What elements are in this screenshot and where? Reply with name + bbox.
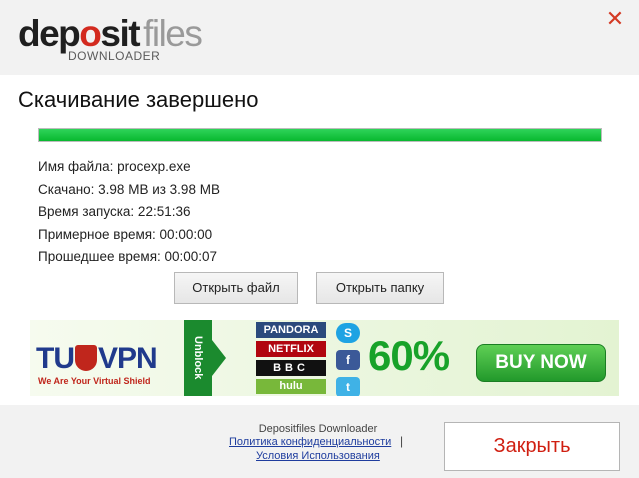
shield-icon xyxy=(75,345,97,371)
info-estimated-time: Примерное время: 00:00:00 xyxy=(38,226,213,242)
facebook-icon: f xyxy=(336,350,360,370)
progress-bar xyxy=(38,128,602,142)
open-folder-button[interactable]: Открыть папку xyxy=(316,272,444,304)
link-separator: | xyxy=(400,434,404,448)
download-info: Имя файла: procexp.exe Скачано: 3.98 MB … xyxy=(38,156,220,269)
info-filename: Имя файла: procexp.exe xyxy=(38,159,191,174)
pandora-logo: PANDORA xyxy=(256,322,326,338)
netflix-logo: NETFLIX xyxy=(256,341,326,357)
info-start-time: Время запуска: 22:51:36 xyxy=(38,204,191,219)
open-file-button[interactable]: Открыть файл xyxy=(174,272,298,304)
close-icon[interactable]: ✕ xyxy=(603,7,627,31)
header: deposit files DOWNLOADER ✕ xyxy=(0,0,639,75)
tuvpn-logo-right: VPN xyxy=(98,342,158,375)
privacy-policy-link[interactable]: Политика конфиденциальности xyxy=(229,436,391,448)
discount-percent: 60% xyxy=(368,332,450,379)
buy-now-button[interactable]: BUY NOW xyxy=(476,344,606,382)
unblock-label: Unblock xyxy=(184,320,212,396)
depositfiles-logo: deposit files DOWNLOADER xyxy=(18,12,203,68)
logo-text-sit: sit xyxy=(100,13,140,54)
tuvpn-logo-left: TU xyxy=(36,342,75,375)
hulu-logo: hulu xyxy=(256,379,326,394)
logo-subtitle: DOWNLOADER xyxy=(66,49,163,63)
ad-banner[interactable]: TU VPN We Are Your Virtual Shield Unblock… xyxy=(30,320,619,396)
logo-text-files: files xyxy=(143,13,203,54)
skype-icon: S xyxy=(336,323,360,343)
logo-text-o: o xyxy=(79,13,102,54)
arrow-right-icon xyxy=(212,340,226,376)
tuvpn-tagline: We Are Your Virtual Shield xyxy=(38,376,151,386)
tuvpn-logo: TU VPN xyxy=(36,342,158,376)
info-downloaded: Скачано: 3.98 MB из 3.98 MB xyxy=(38,181,220,197)
logo-text-dep: dep xyxy=(18,13,81,54)
close-button[interactable]: Закрыть xyxy=(444,422,620,471)
page-title: Скачивание завершено xyxy=(18,87,259,112)
info-elapsed-time: Прошедшее время: 00:00:07 xyxy=(38,249,218,264)
footer: Depositfiles Downloader Политика конфиде… xyxy=(0,405,639,478)
terms-of-use-link[interactable]: Условия Использования xyxy=(256,450,380,462)
progress-fill xyxy=(39,129,601,141)
bbc-logo: BBC xyxy=(256,360,326,376)
twitter-icon: t xyxy=(336,377,360,396)
